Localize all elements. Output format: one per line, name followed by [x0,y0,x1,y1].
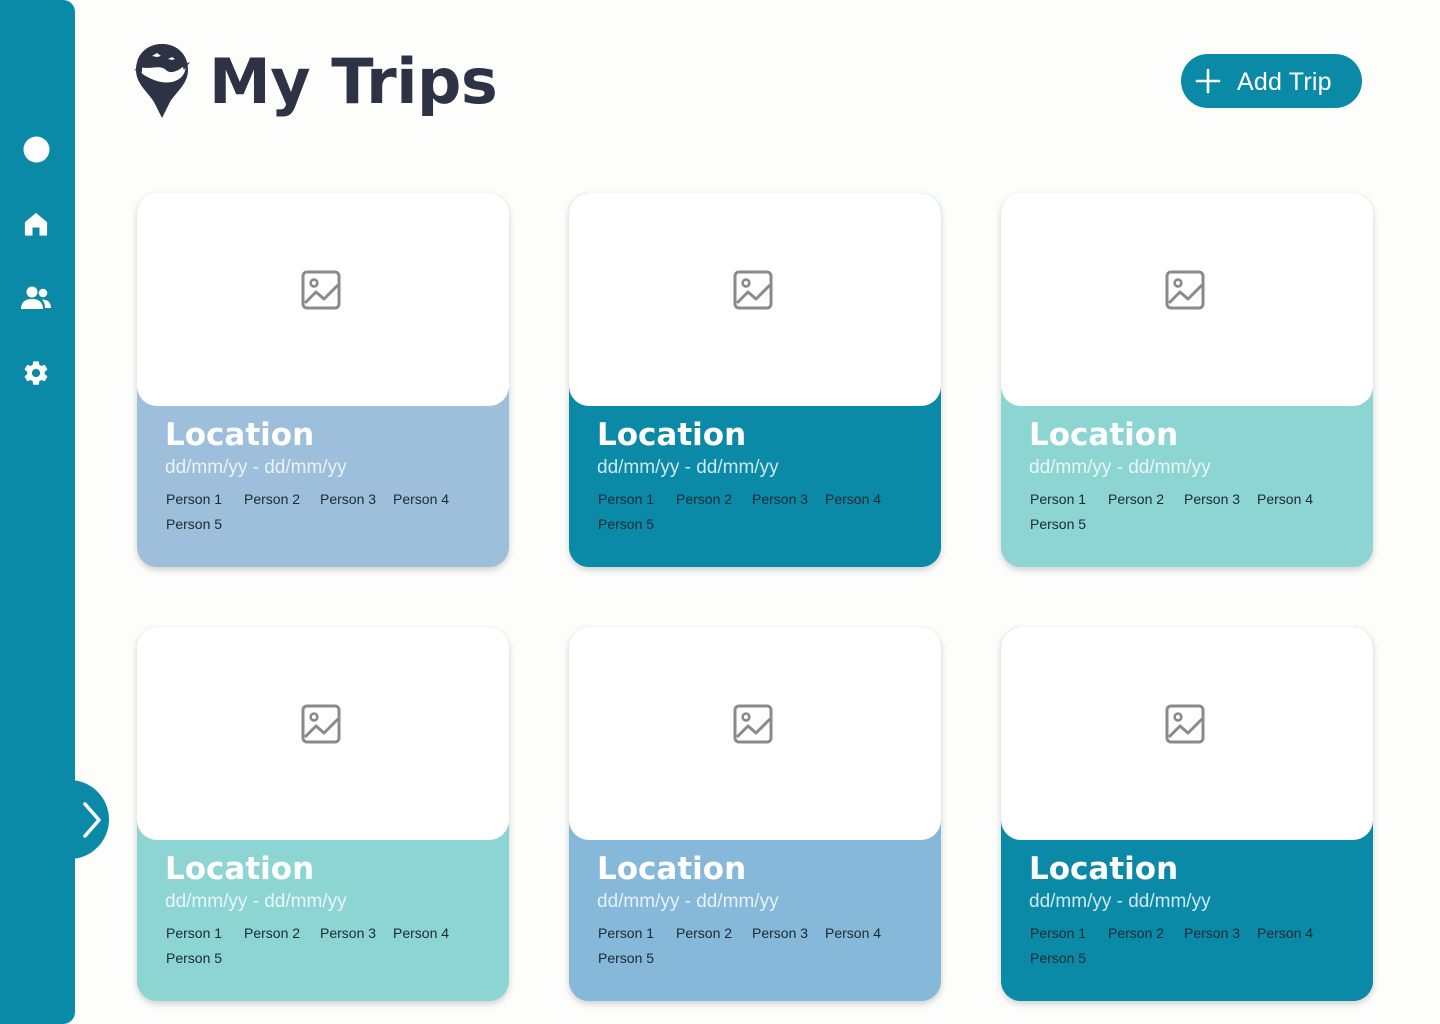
sidebar-expand-button[interactable] [48,780,109,859]
trip-info-panel: Location dd/mm/yy - dd/mm/yy Person 1 Pe… [137,386,509,567]
trip-person: Person 5 [166,950,223,966]
trip-dates: dd/mm/yy - dd/mm/yy [165,891,347,912]
trip-info-panel: Location dd/mm/yy - dd/mm/yy Person 1 Pe… [1001,820,1373,1001]
trip-person: Person 3 [752,925,809,941]
trip-person: Person 3 [320,491,377,507]
image-placeholder-icon [733,270,773,310]
trip-person: Person 5 [166,516,223,532]
image-placeholder-icon [733,704,773,744]
users-icon [21,286,51,309]
trip-card[interactable]: Location dd/mm/yy - dd/mm/yy Person 1 Pe… [569,627,941,1001]
trip-card[interactable]: Location dd/mm/yy - dd/mm/yy Person 1 Pe… [569,193,941,567]
trip-location: Location [597,851,747,887]
trip-location: Location [165,851,315,887]
trip-person: Person 4 [825,491,882,507]
sidebar-item-home[interactable] [20,208,52,240]
page-title: My Trips [209,45,498,118]
trip-person: Person 2 [1108,491,1165,507]
trip-location: Location [597,417,747,453]
trip-image-placeholder [569,627,941,840]
trip-dates: dd/mm/yy - dd/mm/yy [1029,891,1211,912]
trip-card[interactable]: Location dd/mm/yy - dd/mm/yy Person 1 Pe… [1001,627,1373,1001]
trip-person: Person 4 [1257,925,1314,941]
trip-dates: dd/mm/yy - dd/mm/yy [597,457,779,478]
trip-dates: dd/mm/yy - dd/mm/yy [165,457,347,478]
sidebar-item-friends[interactable] [20,282,52,314]
trip-image-placeholder [569,193,941,406]
trip-card[interactable]: Location dd/mm/yy - dd/mm/yy Person 1 Pe… [1001,193,1373,567]
trip-person: Person 3 [1184,925,1241,941]
trip-person: Person 4 [825,925,882,941]
trip-info-panel: Location dd/mm/yy - dd/mm/yy Person 1 Pe… [569,386,941,567]
trip-person: Person 1 [598,925,655,941]
trip-card[interactable]: Location dd/mm/yy - dd/mm/yy Person 1 Pe… [137,627,509,1001]
plus-icon [1195,68,1221,94]
trip-dates: dd/mm/yy - dd/mm/yy [1029,457,1211,478]
trip-person: Person 1 [1030,925,1087,941]
circle-icon [23,136,49,162]
trip-person: Person 2 [244,491,301,507]
trip-person: Person 5 [1030,950,1087,966]
image-placeholder-icon [301,704,341,744]
sidebar [0,0,75,1024]
trip-person: Person 2 [244,925,301,941]
trip-image-placeholder [1001,627,1373,840]
trip-info-panel: Location dd/mm/yy - dd/mm/yy Person 1 Pe… [137,820,509,1001]
gear-icon [24,361,48,385]
sidebar-item-profile[interactable] [20,133,52,165]
trip-person: Person 4 [393,925,450,941]
trip-person: Person 4 [1257,491,1314,507]
trip-person: Person 3 [1184,491,1241,507]
trip-info-panel: Location dd/mm/yy - dd/mm/yy Person 1 Pe… [1001,386,1373,567]
chevron-right-icon [82,801,101,838]
trip-person: Person 1 [166,925,223,941]
trip-person: Person 2 [676,491,733,507]
trip-dates: dd/mm/yy - dd/mm/yy [597,891,779,912]
trip-person: Person 2 [1108,925,1165,941]
trip-image-placeholder [137,193,509,406]
sidebar-item-settings[interactable] [20,357,52,389]
trip-person: Person 5 [1030,516,1087,532]
trip-person: Person 3 [752,491,809,507]
trip-person: Person 5 [598,950,655,966]
trip-card[interactable]: Location dd/mm/yy - dd/mm/yy Person 1 Pe… [137,193,509,567]
trip-image-placeholder [1001,193,1373,406]
trip-person: Person 5 [598,516,655,532]
trip-person: Person 4 [393,491,450,507]
map-pin-logo-icon [132,40,192,122]
add-trip-label: Add Trip [1237,68,1332,96]
trip-person: Person 3 [320,925,377,941]
trip-info-panel: Location dd/mm/yy - dd/mm/yy Person 1 Pe… [569,820,941,1001]
trip-location: Location [1029,851,1179,887]
home-icon [24,212,48,236]
add-trip-button[interactable]: Add Trip [1181,54,1362,108]
image-placeholder-icon [1165,704,1205,744]
trip-person: Person 1 [166,491,223,507]
trip-person: Person 1 [1030,491,1087,507]
trip-location: Location [1029,417,1179,453]
trip-person: Person 2 [676,925,733,941]
image-placeholder-icon [1165,270,1205,310]
trip-person: Person 1 [598,491,655,507]
image-placeholder-icon [301,270,341,310]
trip-location: Location [165,417,315,453]
trip-image-placeholder [137,627,509,840]
